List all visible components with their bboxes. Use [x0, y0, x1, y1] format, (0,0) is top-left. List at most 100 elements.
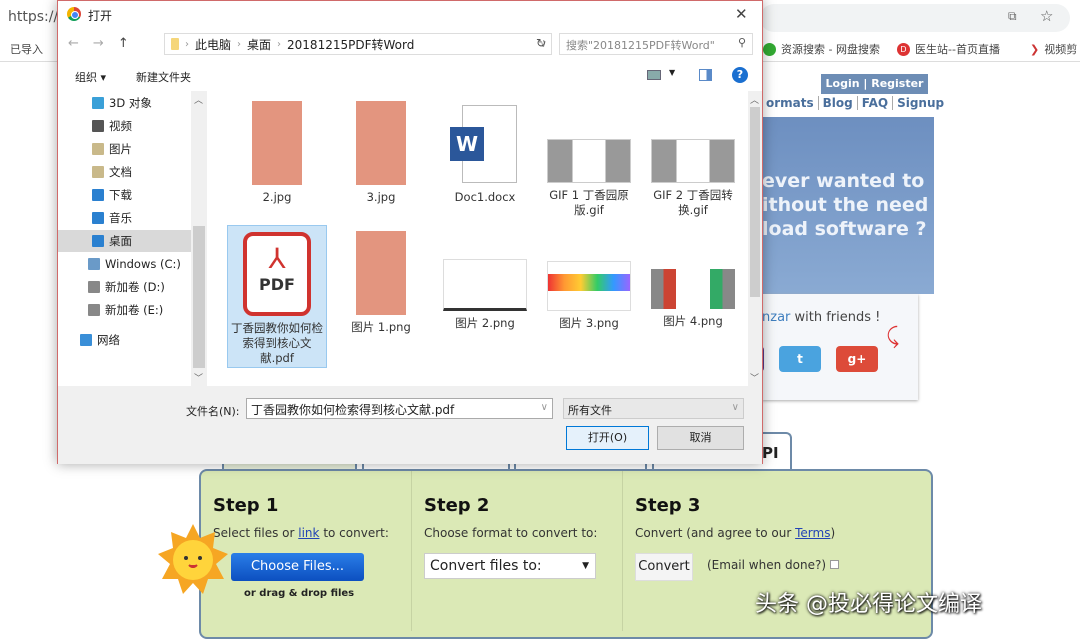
dropdown-icon: ▼	[582, 561, 589, 571]
nav-blog[interactable]: Blog	[819, 96, 858, 110]
nav-item[interactable]: 音乐	[58, 207, 191, 229]
file-item[interactable]: 图片 3.png	[539, 225, 639, 331]
file-item[interactable]: GIF 2 丁香园转换.gif	[643, 99, 743, 218]
watermark: 头条 @投必得论文编译	[755, 592, 982, 617]
open-button[interactable]: 打开(O)	[566, 426, 649, 450]
nav-item-label: 网络	[97, 333, 120, 347]
link-link[interactable]: link	[298, 526, 319, 540]
format-select[interactable]: Convert files to: ▼	[424, 553, 596, 579]
select-value: Convert files to:	[430, 558, 542, 574]
help-icon[interactable]: ?	[732, 67, 748, 83]
login-register-link[interactable]: Login | Register	[821, 74, 928, 94]
folder-icon	[92, 120, 104, 132]
view-icon[interactable]	[647, 70, 661, 80]
folder-icon	[80, 334, 92, 346]
brand-name: nzar	[762, 310, 791, 325]
hero-banner: ever wanted to ithout the need load soft…	[762, 117, 934, 294]
file-name: 图片 1.png	[351, 320, 411, 334]
path-bar[interactable]: › 此电脑 › 桌面 › 20181215PDF转Word ∨	[164, 33, 552, 55]
scroll-up-icon[interactable]: ︿	[194, 93, 203, 106]
nav-signup[interactable]: Signup	[893, 96, 948, 110]
google-plus-button[interactable]: g+	[836, 346, 878, 372]
translate-icon[interactable]: ⧉	[1008, 9, 1017, 24]
refresh-icon[interactable]: ↻	[536, 36, 546, 50]
nav-item[interactable]: Windows (C:)	[58, 253, 191, 275]
folder-icon	[88, 258, 100, 270]
bookmark-video[interactable]: ❯ 视频剪	[1030, 41, 1077, 57]
file-scrollbar[interactable]: ︿ ﹀	[748, 91, 762, 386]
file-item[interactable]: W Doc1.docx	[435, 99, 535, 205]
file-item[interactable]: GIF 1 丁香园原版.gif	[539, 99, 639, 218]
organize-menu[interactable]: 组织 ▾	[75, 69, 106, 85]
navigation-pane: 3D 对象视频图片文档下载 音乐桌面 Windows (C:) 新加卷 (D:) 新加卷…	[58, 91, 206, 386]
file-item[interactable]: 图片 2.png	[435, 225, 535, 331]
nav-item[interactable]: 视频	[58, 115, 191, 137]
email-checkbox[interactable]	[829, 560, 839, 569]
nav-formats[interactable]: ormats	[762, 96, 819, 110]
share-box: nzar with friends ! t g+ ⤹	[754, 294, 918, 400]
star-icon[interactable]: ☆	[1040, 7, 1053, 25]
email-option: (Email when done?)	[707, 558, 839, 572]
breadcrumb-item[interactable]: 此电脑	[195, 36, 231, 53]
nav-item[interactable]: 新加卷 (D:)	[58, 276, 191, 298]
share-text: nzar with friends !	[762, 310, 880, 325]
nav-item-label: 图片	[109, 142, 132, 156]
forward-icon[interactable]: →	[93, 36, 104, 51]
email-label: (Email when done?)	[707, 558, 827, 572]
nav-scrollbar[interactable]: ︿ ﹀	[191, 91, 207, 386]
word-label: W	[450, 127, 484, 161]
gif-thumbnail	[547, 139, 631, 183]
cancel-button[interactable]: 取消	[657, 426, 744, 450]
close-icon[interactable]: ✕	[735, 5, 748, 23]
up-icon[interactable]: ↑	[118, 36, 129, 51]
choose-files-button[interactable]: Choose Files...	[231, 553, 364, 581]
chevron-down-icon[interactable]: ∨	[541, 402, 548, 413]
image-thumbnail	[356, 231, 406, 315]
nav-item[interactable]: 3D 对象	[58, 92, 191, 114]
file-item[interactable]: 图片 1.png	[331, 225, 431, 335]
file-name: 图片 3.png	[559, 316, 619, 330]
nav-item-label: 文档	[109, 165, 132, 179]
nav-item[interactable]: 新加卷 (E:)	[58, 299, 191, 321]
nav-item[interactable]: 下载	[58, 184, 191, 206]
file-item[interactable]: 3.jpg	[331, 99, 431, 205]
url-text[interactable]: https://	[8, 9, 58, 25]
terms-link[interactable]: Terms	[795, 526, 830, 540]
back-icon[interactable]: ←	[68, 36, 79, 51]
bookmark-doctor[interactable]: D 医生站--首页直播	[897, 41, 1000, 57]
banner-line: ever wanted to	[762, 170, 925, 192]
scroll-down-icon[interactable]: ﹀	[194, 371, 203, 384]
nav-item-label: 桌面	[109, 234, 132, 248]
nav-item[interactable]: 文档	[58, 161, 191, 183]
breadcrumb-item[interactable]: 20181215PDF转Word	[287, 36, 414, 53]
nav-item[interactable]: 网络	[58, 329, 191, 351]
nav-faq[interactable]: FAQ	[858, 96, 894, 110]
bookmark-resource-search[interactable]: 资源搜索 - 网盘搜索	[763, 41, 880, 57]
folder-icon	[92, 97, 104, 109]
convert-button[interactable]: Convert	[635, 553, 693, 581]
nav-item[interactable]: 图片	[58, 138, 191, 160]
file-item[interactable]: 2.jpg	[227, 99, 327, 205]
breadcrumb-item[interactable]: 桌面	[247, 36, 271, 53]
file-item[interactable]: 图片 4.png	[643, 225, 743, 329]
omnibox[interactable]: ⧉ ☆	[760, 4, 1070, 32]
scrollbar-thumb[interactable]	[193, 226, 205, 368]
filename-input[interactable]: 丁香园教你如何检索得到核心文献.pdf ∨	[246, 398, 553, 419]
dialog-footer: 文件名(N): 丁香园教你如何检索得到核心文献.pdf ∨ 所有文件 ∨ 打开(O)…	[58, 386, 762, 464]
step-title: Step 1	[213, 495, 279, 516]
scroll-down-icon[interactable]: ﹀	[750, 371, 759, 384]
step-desc: Choose format to convert to:	[424, 526, 598, 540]
new-folder-button[interactable]: 新建文件夹	[136, 69, 191, 85]
scroll-up-icon[interactable]: ︿	[750, 93, 759, 106]
bookmark-imported[interactable]: 已导入	[10, 41, 43, 57]
filter-value: 所有文件	[568, 404, 612, 417]
chevron-down-icon[interactable]: ▼	[669, 68, 675, 77]
twitter-button[interactable]: t	[779, 346, 821, 372]
file-type-select[interactable]: 所有文件 ∨	[563, 398, 744, 419]
nav-item-label: 视频	[109, 119, 132, 133]
file-item[interactable]: ⅄ PDF 丁香园教你如何检索得到核心文献.pdf	[227, 225, 327, 368]
nav-item[interactable]: 桌面	[58, 230, 191, 252]
preview-pane-icon[interactable]	[699, 69, 712, 81]
scrollbar-thumb[interactable]	[750, 107, 760, 297]
search-input[interactable]: 搜索"20181215PDF转Word" ⚲	[559, 33, 753, 55]
